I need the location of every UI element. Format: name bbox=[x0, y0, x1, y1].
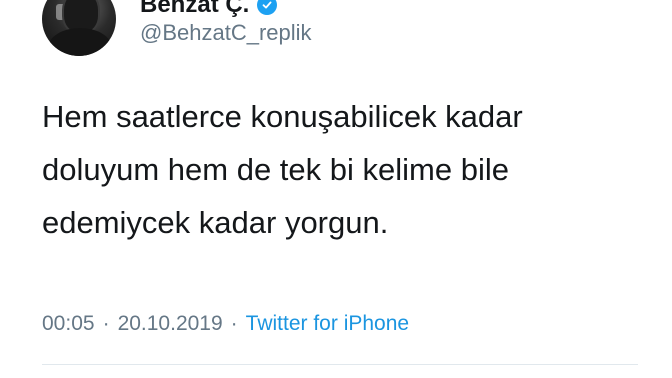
verified-badge-icon bbox=[257, 0, 278, 15]
tweet-time[interactable]: 00:05 bbox=[42, 312, 95, 336]
divider bbox=[42, 364, 638, 365]
tweet-date[interactable]: 20.10.2019 bbox=[118, 312, 223, 336]
avatar-shoulders bbox=[48, 28, 112, 56]
tweet-text: Hem saatlerce konuşabilicek kadar doluyu… bbox=[42, 99, 523, 240]
tweet-header: Behzat Ç. @BehzatC_replik bbox=[42, 0, 312, 60]
display-name[interactable]: Behzat Ç. bbox=[140, 0, 249, 19]
tweet-source-link[interactable]: Twitter for iPhone bbox=[246, 312, 409, 336]
meta-separator: · bbox=[102, 312, 110, 335]
author-handle[interactable]: @BehzatC_replik bbox=[140, 20, 312, 46]
tweet-card: Behzat Ç. @BehzatC_replik Hem saatlerce … bbox=[0, 0, 672, 378]
avatar[interactable] bbox=[42, 0, 116, 56]
display-name-row: Behzat Ç. bbox=[140, 0, 312, 18]
author-names: Behzat Ç. @BehzatC_replik bbox=[140, 0, 312, 46]
tweet-meta: 00:05 · 20.10.2019 · Twitter for iPhone bbox=[42, 312, 409, 336]
meta-separator-2: · bbox=[230, 312, 238, 335]
